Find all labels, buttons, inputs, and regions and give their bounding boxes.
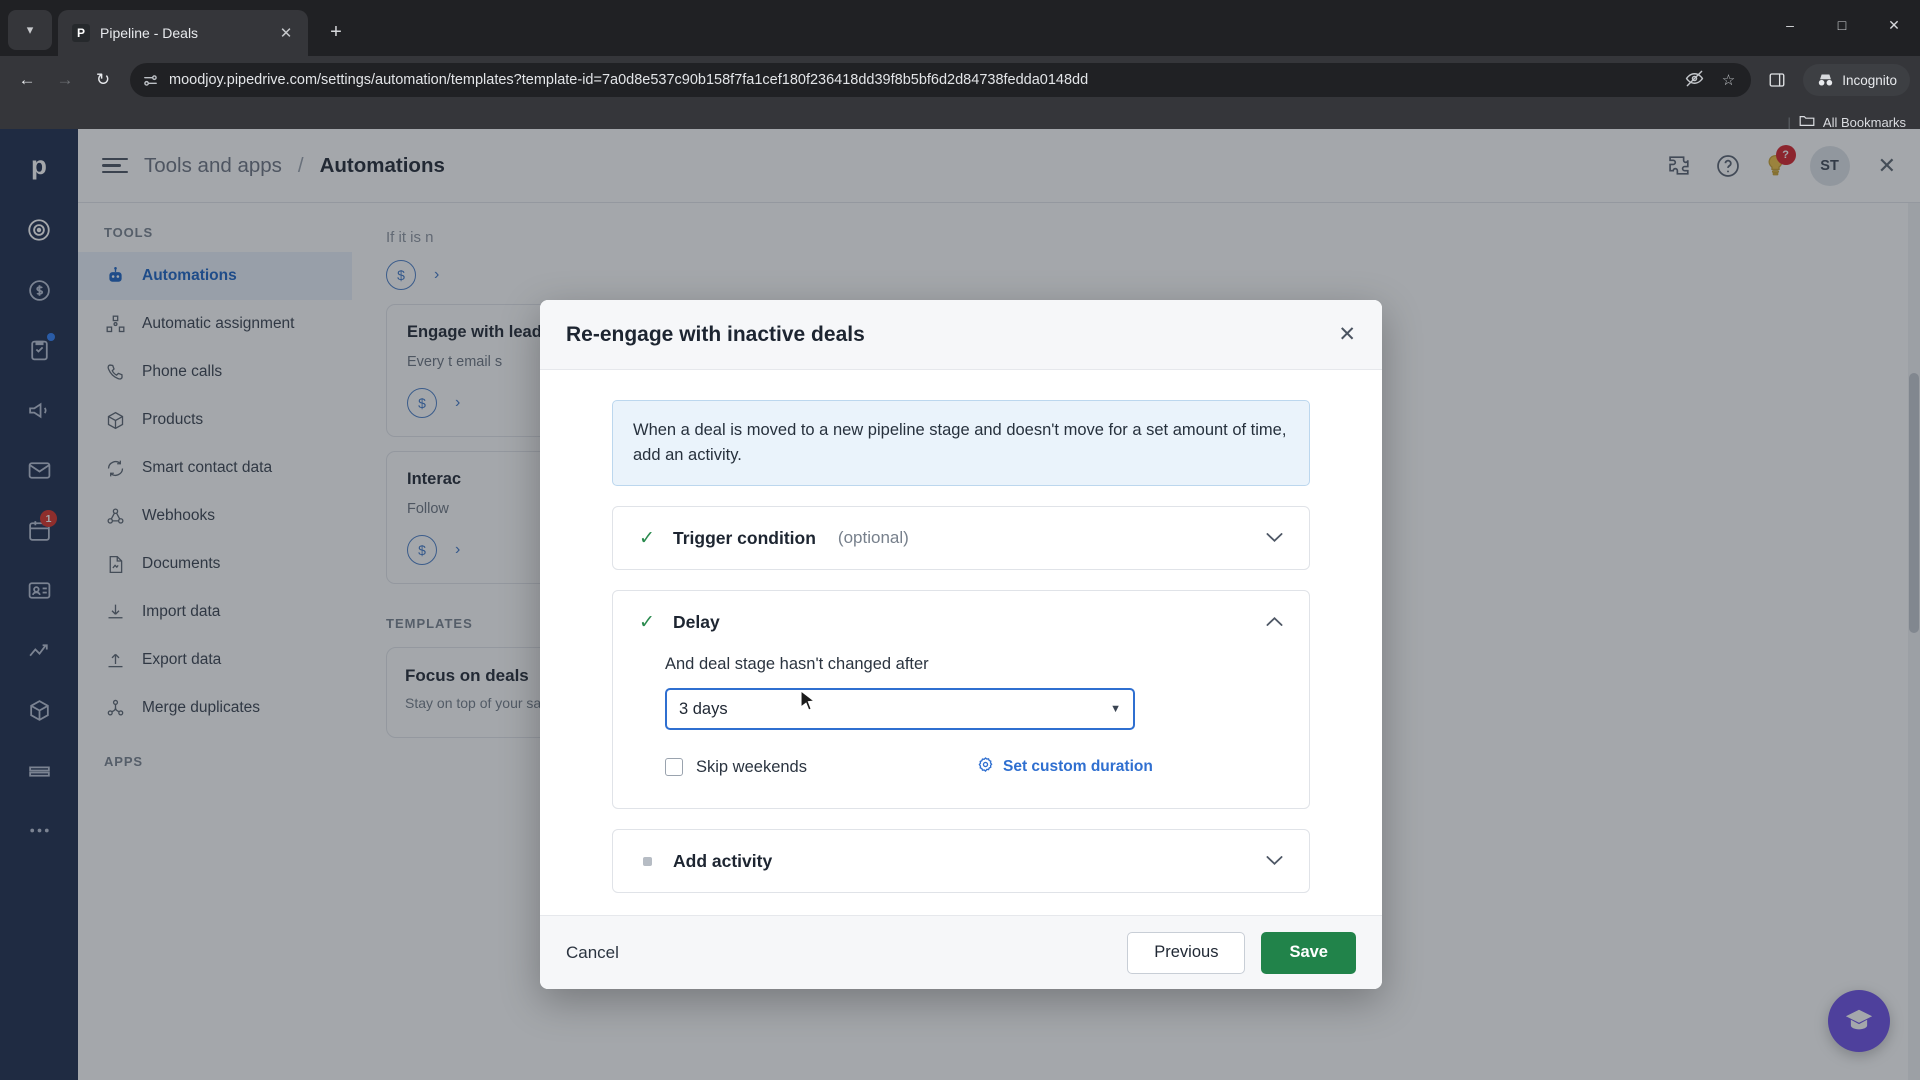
section-header-trigger-condition[interactable]: ✓ Trigger condition (optional) [613,507,1309,569]
chevron-down-icon[interactable] [1266,530,1283,546]
section-delay: ✓ Delay And deal stage hasn't changed af… [612,590,1310,810]
incomplete-dot-icon [643,856,652,866]
modal-title: Re-engage with inactive deals [566,322,865,346]
tab-strip: ▾ P Pipeline - Deals ✕ + – □ ✕ [0,0,1920,56]
address-bar[interactable]: moodjoy.pipedrive.com/settings/automatio… [130,63,1752,97]
all-bookmarks-label[interactable]: All Bookmarks [1823,115,1906,130]
modal-body: When a deal is moved to a new pipeline s… [540,370,1382,916]
browser-toolbar: ← → ↻ moodjoy.pipedrive.com/settings/aut… [0,56,1920,104]
delay-field-label: And deal stage hasn't changed after [665,655,929,674]
reload-button[interactable]: ↻ [86,63,120,97]
maximize-button[interactable]: □ [1816,0,1868,50]
chevron-down-icon[interactable] [1266,853,1283,869]
section-title: Trigger condition [673,527,816,548]
automation-description-box: When a deal is moved to a new pipeline s… [612,400,1310,487]
section-add-activity: Add activity [612,829,1310,894]
back-button[interactable]: ← [10,63,44,97]
footer-primary-actions: Previous Save [1127,931,1356,974]
check-icon: ✓ [639,611,655,633]
browser-window: ▾ P Pipeline - Deals ✕ + – □ ✕ ← → ↻ moo… [0,0,1920,1080]
mouse-cursor [800,689,818,714]
minimize-button[interactable]: – [1764,0,1816,50]
side-panel-icon[interactable] [1761,64,1793,96]
section-trigger-condition: ✓ Trigger condition (optional) [612,506,1310,571]
pipedrive-favicon-icon: P [72,24,90,42]
previous-button[interactable]: Previous [1127,931,1246,974]
browser-tab[interactable]: P Pipeline - Deals ✕ [58,10,308,56]
custom-duration-label: Set custom duration [1002,758,1153,776]
skip-weekends-checkbox[interactable]: Skip weekends [665,758,807,777]
tab-search-button[interactable]: ▾ [8,10,52,50]
tab-title: Pipeline - Deals [100,25,199,41]
modal-footer: Cancel Previous Save [540,915,1382,990]
url-text: moodjoy.pipedrive.com/settings/automatio… [169,72,1089,88]
incognito-indicator[interactable]: Incognito [1803,64,1910,96]
close-window-button[interactable]: ✕ [1868,0,1920,50]
delay-options-row: Skip weekends Set custom duration [665,756,1283,778]
section-header-delay[interactable]: ✓ Delay [613,591,1309,653]
check-icon: ✓ [639,527,655,549]
chevron-up-icon[interactable] [1266,614,1283,630]
bookmark-separator: | [1787,114,1791,130]
dropdown-caret-icon: ▼ [1110,703,1121,716]
gear-icon [977,756,994,778]
new-tab-button[interactable]: + [318,14,354,50]
tab-close-icon[interactable]: ✕ [276,24,296,42]
save-button[interactable]: Save [1261,931,1356,974]
section-title: Add activity [673,850,773,871]
set-custom-duration-link[interactable]: Set custom duration [977,756,1153,778]
section-body-delay: And deal stage hasn't changed after 3 da… [613,653,1309,808]
web-page: p 1 Tools and apps / Automations ? ST ✕ … [0,129,1920,1080]
hide-password-icon[interactable] [1681,69,1708,92]
section-header-add-activity[interactable]: Add activity [613,830,1309,892]
folder-icon [1799,114,1815,131]
automation-template-modal: Re-engage with inactive deals ✕ When a d… [540,300,1382,990]
modal-header: Re-engage with inactive deals ✕ [540,300,1382,370]
delay-duration-value: 3 days [679,699,728,718]
window-controls: – □ ✕ [1764,0,1920,50]
section-title: Delay [673,611,720,632]
delay-duration-select[interactable]: 3 days ▼ [665,688,1135,731]
forward-button[interactable]: → [48,63,82,97]
incognito-label: Incognito [1842,72,1897,88]
skip-weekends-label: Skip weekends [696,757,807,776]
modal-close-icon[interactable]: ✕ [1338,322,1356,347]
section-optional-label: (optional) [837,528,909,548]
bookmark-star-icon[interactable]: ☆ [1718,71,1739,89]
site-settings-icon[interactable] [142,72,159,89]
cancel-button[interactable]: Cancel [566,943,619,963]
checkbox-box[interactable] [665,758,683,777]
